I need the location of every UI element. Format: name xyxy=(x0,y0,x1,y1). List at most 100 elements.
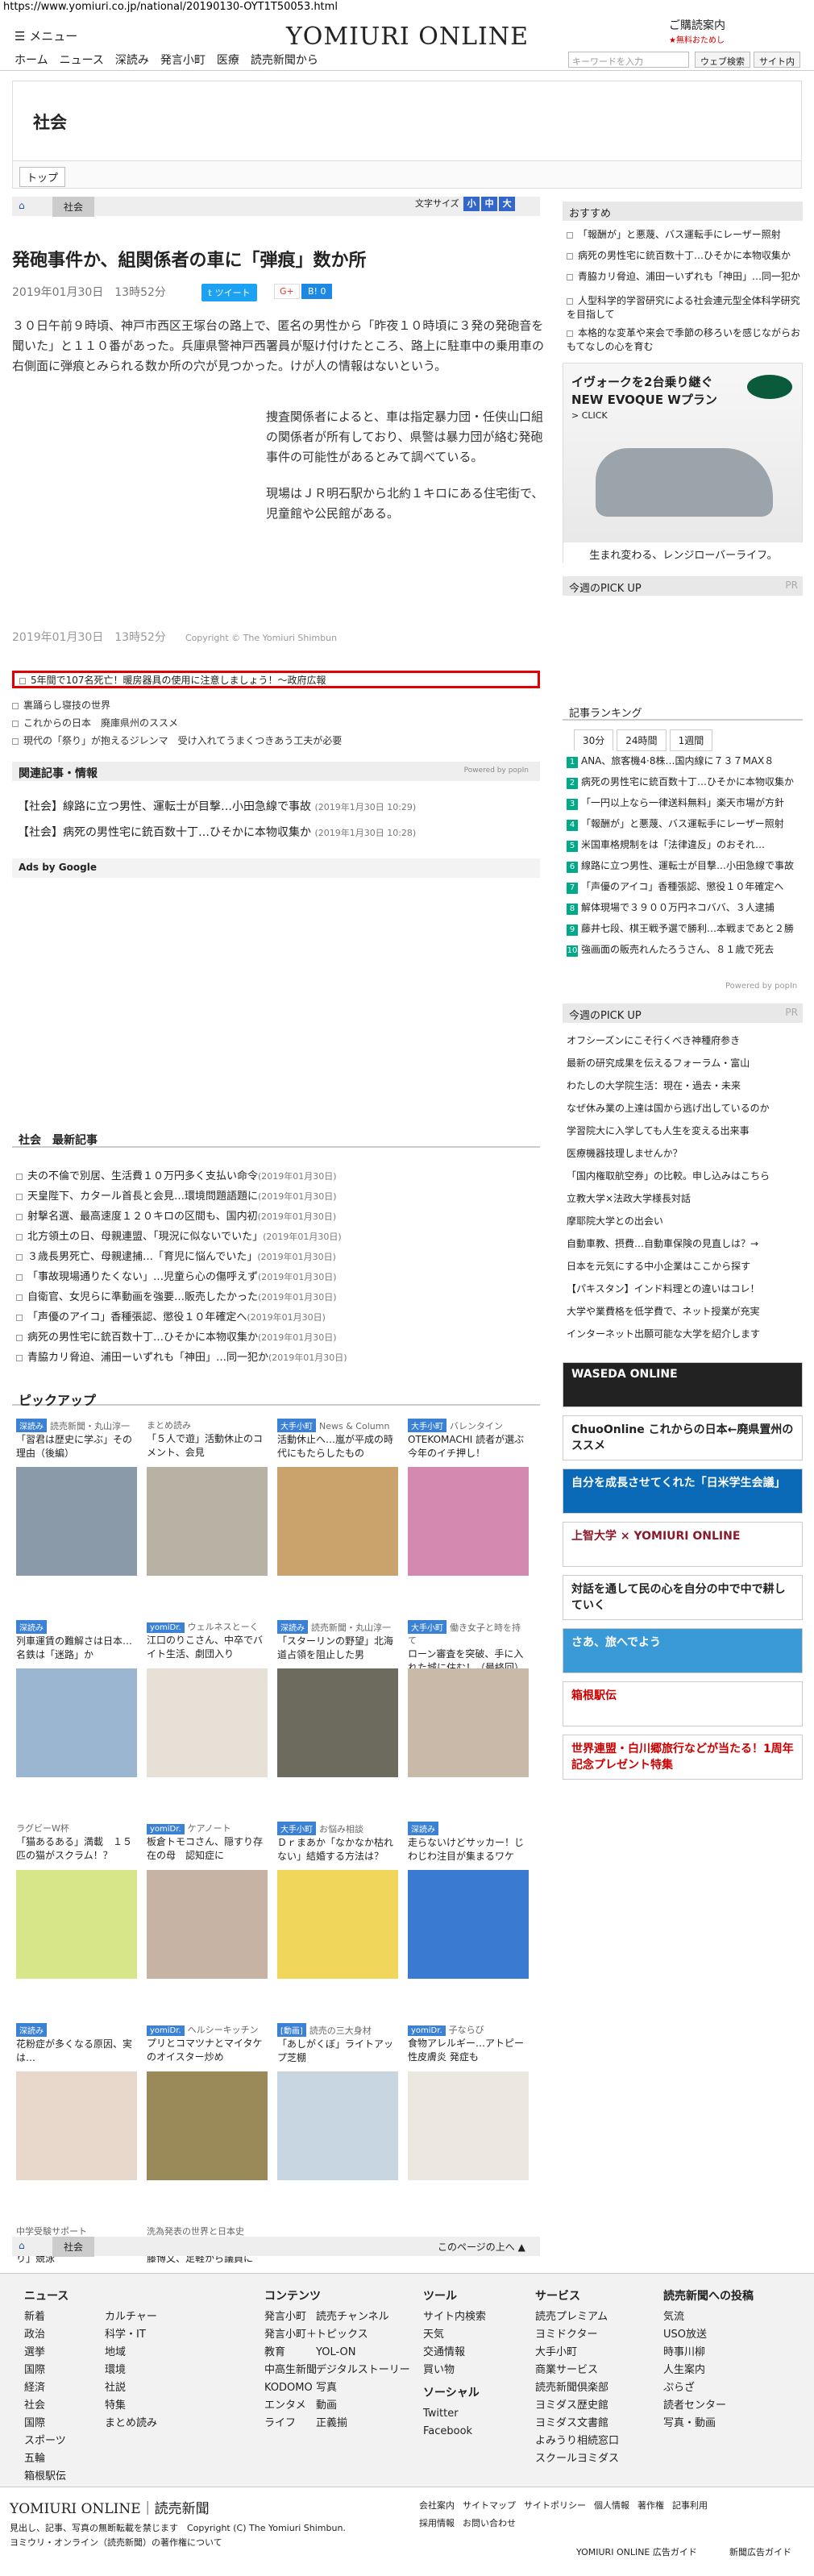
related-item[interactable]: 【社会】病死の男性宅に銃百数十丁…ひそかに本物収集か (2019年1月30日 1… xyxy=(18,824,416,840)
ranking-item[interactable]: 8 解体現場で３９００万円ネコババ、３人逮捕 xyxy=(567,900,775,915)
promo-link[interactable]: 裏踊らし寝技の世界 xyxy=(12,698,110,712)
tab-1week[interactable]: 1週間 xyxy=(669,729,713,751)
page-top-link[interactable]: このページの上へ ▲ xyxy=(438,2240,525,2254)
footer-bottom-link[interactable]: 著作権 xyxy=(637,2500,664,2511)
footer-link[interactable]: 地域 xyxy=(105,2344,157,2362)
hatena-button[interactable]: B! 0 xyxy=(301,284,333,299)
nav-from-paper[interactable]: 読売新聞から xyxy=(251,54,318,67)
pickup2-item[interactable]: 立教大学×法政大学様長対話 xyxy=(567,1191,800,1205)
footer-link[interactable]: 経済 xyxy=(24,2379,69,2397)
footer-link[interactable]: Facebook xyxy=(423,2423,480,2441)
tweet-button[interactable]: 𝕥 ツイート xyxy=(201,284,257,301)
latest-item[interactable]: 夫の不倫で別居、生活費１０万円多く支払い命令(2019年01月30日) xyxy=(16,1167,337,1182)
latest-item[interactable]: ３歳長男死亡、母親逮捕…「育児に悩んでいた」(2019年01月30日) xyxy=(16,1248,336,1263)
pickup2-item[interactable]: 【パキスタン】インド料理との違いはコレ！ xyxy=(567,1282,800,1295)
pickup2-item[interactable]: 「国内権取航空券」の比較。申し込みはこちら xyxy=(567,1169,800,1182)
footer-link[interactable]: 五輪 xyxy=(24,2450,69,2468)
footer-link[interactable]: 発言小町＋ xyxy=(264,2326,321,2344)
footer-link[interactable]: 商業サービス xyxy=(535,2362,619,2379)
footer-link[interactable]: ライフ xyxy=(264,2415,321,2433)
footer-link[interactable]: 教育 xyxy=(264,2344,321,2362)
pickup2-item[interactable]: 日本を元気にする中小企業はここから探す xyxy=(567,1259,800,1273)
pickup-card[interactable]: 深読み 花粉症が多くなる原因、実は… xyxy=(16,2023,137,2064)
ranking-item[interactable]: 10 強画面の販売れんたろうさん、８１歳で死去 xyxy=(567,942,774,957)
pickup2-item[interactable]: オフシーズンにこそ行くべき神種府参き xyxy=(567,1033,800,1047)
pickup-card[interactable]: 深読み 走らないけどサッカー！じわじわ注目が集まるワケ xyxy=(408,1822,529,1863)
footer-link[interactable]: 国際 xyxy=(24,2362,69,2379)
footer-link[interactable]: YOL-ON xyxy=(316,2344,410,2362)
footer-link[interactable]: 読売プレミアム xyxy=(535,2308,619,2326)
paper-ad-link[interactable]: 新聞広告ガイド xyxy=(729,2545,791,2558)
pickup-card[interactable]: 深読み 列車運賃の難解さは日本…名鉄は「迷路」か xyxy=(16,1620,137,1661)
osusume-item[interactable]: 人型科学的学習研究による社会連元型全体科学研究を目指して xyxy=(567,293,800,321)
footer-link[interactable]: 人生案内 xyxy=(663,2362,754,2379)
sidebar-banner[interactable]: 上智大学 × YOMIURI ONLINE xyxy=(563,1522,803,1567)
footer-link[interactable]: 特集 xyxy=(105,2397,157,2415)
pickup-card[interactable]: yomiDr. ウェルネスとーく 江口のりこさん、中卒でバイト生活、劇団入り xyxy=(147,1620,268,1660)
nav-komachi[interactable]: 発言小町 xyxy=(160,54,206,67)
footer-link[interactable]: よみうり相続窓口 xyxy=(535,2433,619,2450)
footer-link[interactable]: 大手小町 xyxy=(535,2344,619,2362)
footer-link[interactable]: 正義揃 xyxy=(316,2415,410,2433)
sidebar-banner[interactable]: さあ、旅へでよう xyxy=(563,1628,803,1673)
osusume-item[interactable]: 「報酬が」と悪蔑、バス運転手にレーザー照射 xyxy=(567,227,800,241)
font-medium-button[interactable]: 中 xyxy=(481,197,498,211)
footer-link[interactable]: まとめ読み xyxy=(105,2415,157,2433)
nav-fukayomi[interactable]: 深読み xyxy=(115,54,149,67)
pickup-card[interactable]: 大手小町 お悩み相談 Ｄｒまあか「なかなか枯れない」結婚する方法は？ xyxy=(277,1822,398,1863)
footer-link[interactable]: 社会 xyxy=(24,2397,69,2415)
footer-link[interactable]: 動画 xyxy=(316,2397,410,2415)
latest-item[interactable]: 自衛官、女児らに準動画を強要…販売したかった(2019年01月30日) xyxy=(16,1288,337,1303)
footer-bottom-link[interactable]: 採用情報 xyxy=(419,2518,455,2528)
footer-link[interactable]: USO放送 xyxy=(663,2326,754,2344)
footer-link[interactable]: 選挙 xyxy=(24,2344,69,2362)
promo-link[interactable]: これからの日本 廃庫県州のススメ xyxy=(12,716,178,729)
latest-item[interactable]: 青脇カリ脅迫、浦田ーいずれも「神田」…同一犯か(2019年01月30日) xyxy=(16,1348,347,1364)
footer-link[interactable]: 読売チャンネル xyxy=(316,2308,410,2326)
footer-link[interactable]: 写真 xyxy=(316,2379,410,2397)
ranking-item[interactable]: 2 病死の男性宅に銃百数十丁…ひそかに本物収集か xyxy=(567,775,794,789)
site-search-button[interactable]: サイト内 xyxy=(754,52,800,68)
pickup2-item[interactable]: インターネット出願可能な大学を紹介します xyxy=(567,1327,800,1340)
pickup-card[interactable]: 大手小町 バレンタイン OTEKOMACHI 読者が選ぶ今年のイチ押し！ xyxy=(408,1419,529,1460)
pickup2-item[interactable]: 最新の研究成果を伝えるフォーラム・富山 xyxy=(567,1056,800,1070)
footer-link[interactable]: サイト内検索 xyxy=(423,2308,486,2326)
pickup-card[interactable]: 大手小町 働き女子と時を持て ローン審査を突破、手に入れた城に住む！（最終回） xyxy=(408,1620,529,1674)
pickup2-item[interactable]: 自動車教、摂費…自動車保険の見直しは？→ xyxy=(567,1236,800,1250)
osusume-item[interactable]: 病死の男性宅に銃百数十丁…ひそかに本物収集か xyxy=(567,248,800,262)
pickup2-item[interactable]: 大学や業費格を低学費で、ネット授業が充実 xyxy=(567,1304,800,1318)
footer-link[interactable]: スクールヨミダス xyxy=(535,2450,619,2468)
breadcrumb-social[interactable]: 社会 xyxy=(52,197,95,217)
pickup-card[interactable]: 深読み 読売新聞・丸山淳一 「スターリンの野望」北海道占領を阻止した男 xyxy=(277,1620,398,1661)
footer-bottom-link[interactable]: 記事利用 xyxy=(672,2500,708,2511)
ranking-item[interactable]: 6 線路に立つ男性、運転士が目撃…小田急線で事故 xyxy=(567,858,794,873)
footer-link[interactable]: 発言小町 xyxy=(264,2308,321,2326)
footer-link[interactable]: 読売新聞倶楽部 xyxy=(535,2379,619,2397)
sidebar-banner[interactable]: 世界連盟・白川郷旅行などが当たる！1周年記念プレゼント特集 xyxy=(563,1735,803,1780)
ranking-item[interactable]: 5 米国車格規制をは「法律違反」のおそれ… xyxy=(567,837,765,852)
range-rover-ad[interactable]: イヴォークを2台乗り継ぐ NEW EVOQUE Wプラン > CLICK 生まれ… xyxy=(563,363,804,563)
pickup2-item[interactable]: なぜ休み業の上達は国から逃げ出しているのか xyxy=(567,1101,800,1115)
footer-link[interactable]: 中高生新聞 xyxy=(264,2362,321,2379)
footer-link[interactable]: 時事川柳 xyxy=(663,2344,754,2362)
pickup-card[interactable]: 大手小町 News & Column 活動休止へ…嵐が平成の時代にもたらしたもの xyxy=(277,1419,398,1460)
pickup-card[interactable]: 深読み 読売新聞・丸山淳一 「習君は歴史に学ぶ」その理由（後編） xyxy=(16,1419,137,1460)
footer-link[interactable]: スポーツ xyxy=(24,2433,69,2450)
subscribe-link[interactable]: ご購読案内 ★無料おためし xyxy=(669,19,725,48)
search-input[interactable]: キーワードを入力 xyxy=(568,52,689,68)
footer-link[interactable]: エンタメ xyxy=(264,2397,321,2415)
promo-link[interactable]: 現代の「祭り」が抱えるジレンマ 受け入れてうまくつきあう工夫が必要 xyxy=(12,733,342,747)
sidebar-banner[interactable]: WASEDA ONLINE xyxy=(563,1362,803,1407)
pickup-card[interactable]: ラグビーW杯 「猫あるある」満載 １５匹の猫がスクラム！？ xyxy=(16,1822,137,1862)
footer-bottom-link[interactable]: 会社案内 xyxy=(419,2500,455,2511)
footer-link[interactable]: カルチャー xyxy=(105,2308,157,2326)
sidebar-banner[interactable]: 対話を通して民の心を自分の中で中で耕していく xyxy=(563,1575,803,1620)
latest-item[interactable]: 北方領土の日、母親連盟、「現況に似ないでいた」(2019年01月30日) xyxy=(16,1228,342,1243)
pickup-card[interactable]: yomiDr. ケアノート 板倉トモコさん、隠すり存在の母 認知症に xyxy=(147,1822,268,1862)
related-item[interactable]: 【社会】線路に立つ男性、運転士が目撃…小田急線で事故 (2019年1月30日 1… xyxy=(18,798,416,814)
latest-item[interactable]: 「事故現場通りたくない」…児童ら心の傷呼えず(2019年01月30日) xyxy=(16,1268,337,1283)
footer-link[interactable]: デジタルストーリー xyxy=(316,2362,410,2379)
menu-button[interactable]: ☰ メニュー xyxy=(15,27,77,44)
sidebar-banner[interactable]: ChuoOnline これからの日本←廃県置州のススメ xyxy=(563,1415,803,1460)
ranking-item[interactable]: 4 「報酬が」と悪蔑、バス運転手にレーザー照射 xyxy=(567,816,784,831)
